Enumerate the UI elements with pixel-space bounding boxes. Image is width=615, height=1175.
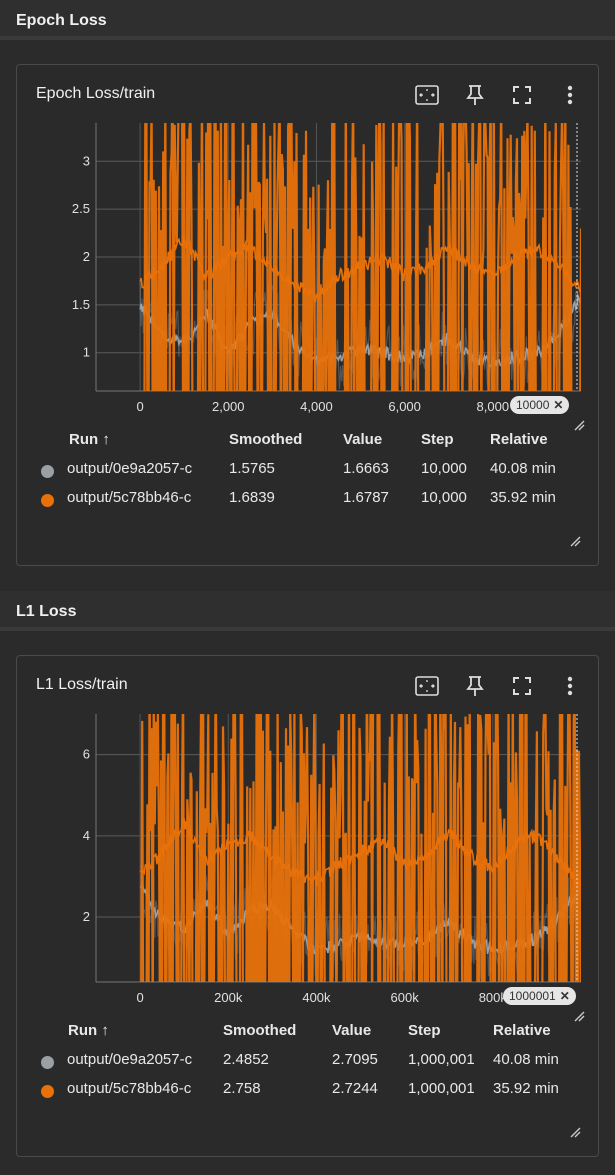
legend-row[interactable]: output/0e9a2057-c 2.4852 2.7095 1,000,00…	[17, 1051, 600, 1075]
smoothed-value: 1.5765	[229, 460, 275, 477]
y-tick-label: 1	[83, 345, 90, 360]
step: 10,000	[421, 460, 467, 477]
relative-time: 40.08 min	[490, 460, 556, 477]
relative-time: 40.08 min	[493, 1051, 559, 1068]
y-tick-label: 1.5	[72, 297, 90, 312]
y-tick-label: 3	[83, 153, 90, 168]
resize-handle-icon[interactable]	[569, 535, 581, 547]
smoothed-value: 1.6839	[229, 489, 275, 506]
close-icon[interactable]: ✕	[560, 989, 570, 1003]
resize-handle-icon[interactable]	[573, 1010, 585, 1022]
relative-column-header[interactable]: Relative	[490, 431, 548, 448]
section-title: L1 Loss	[16, 603, 77, 620]
series-color-dot	[41, 1056, 54, 1069]
y-tick-label: 2	[83, 249, 90, 264]
y-tick-label: 2	[83, 909, 90, 924]
section-header-epoch-loss[interactable]: Epoch Loss	[0, 0, 615, 40]
x-tick-label: 2,000	[212, 399, 245, 414]
resize-handle-icon[interactable]	[569, 1126, 581, 1138]
legend-row[interactable]: output/0e9a2057-c 1.5765 1.6663 10,000 4…	[17, 460, 600, 484]
step-badge-label: 10000	[516, 398, 550, 412]
section-header-l1-loss[interactable]: L1 Loss	[0, 591, 615, 631]
smoothed-column-header[interactable]: Smoothed	[229, 431, 302, 448]
value-column-header[interactable]: Value	[332, 1022, 371, 1039]
series-raw-line	[140, 714, 581, 982]
relative-column-header[interactable]: Relative	[493, 1022, 551, 1039]
legend-row[interactable]: output/5c78bb46-c 1.6839 1.6787 10,000 3…	[17, 489, 600, 513]
step-column-header[interactable]: Step	[408, 1022, 441, 1039]
run-column-header[interactable]: Run ↑	[69, 431, 110, 448]
y-tick-label: 4	[83, 828, 90, 843]
value: 2.7244	[332, 1080, 378, 1097]
run-column-header[interactable]: Run ↑	[68, 1022, 109, 1039]
x-tick-label: 600k	[391, 990, 420, 1005]
step: 10,000	[421, 489, 467, 506]
chart-card-epoch-loss: Epoch Loss/train 1 1.5 2 2.5 3 0 2,000 4,000 6,0…	[16, 64, 599, 566]
section-title: Epoch Loss	[16, 12, 107, 29]
x-tick-label: 6,000	[388, 399, 421, 414]
line-chart[interactable]: 2460 200k 400k 600k 800k	[17, 656, 600, 1026]
series-color-dot	[41, 465, 54, 478]
y-tick-label: 6	[83, 747, 90, 762]
step-badge[interactable]: 1000001 ✕	[503, 987, 576, 1005]
smoothed-value: 2.4852	[223, 1051, 269, 1068]
relative-time: 35.92 min	[490, 489, 556, 506]
chart-card-l1-loss: L1 Loss/train 2 4 6 0 200k 400k 600k 800k 10000…	[16, 655, 599, 1157]
value: 1.6663	[343, 460, 389, 477]
step-badge-label: 1000001	[509, 989, 556, 1003]
y-tick-label: 2.5	[72, 201, 90, 216]
smoothed-column-header[interactable]: Smoothed	[223, 1022, 296, 1039]
run-name: output/0e9a2057-c	[67, 1051, 193, 1068]
smoothed-value: 2.758	[223, 1080, 261, 1097]
legend-row[interactable]: output/5c78bb46-c 2.758 2.7244 1,000,001…	[17, 1080, 600, 1104]
x-tick-label: 200k	[214, 990, 243, 1005]
legend-header-row: Run ↑ Smoothed Value Step Relative	[17, 431, 600, 455]
value-column-header[interactable]: Value	[343, 431, 382, 448]
run-name: output/5c78bb46-c	[67, 1080, 192, 1097]
x-tick-label: 8,000	[477, 399, 510, 414]
step: 1,000,001	[408, 1080, 475, 1097]
series-color-dot	[41, 494, 54, 507]
series-raw-line	[143, 123, 581, 391]
line-chart[interactable]: 1 1.5 2 2.5 3 0 2,000 4,000 6,000 8,000	[17, 65, 600, 435]
series-color-dot	[41, 1085, 54, 1098]
legend-header-row: Run ↑ Smoothed Value Step Relative	[17, 1022, 600, 1046]
relative-time: 35.92 min	[493, 1080, 559, 1097]
x-tick-label: 4,000	[300, 399, 333, 414]
step-badge[interactable]: 10000 ✕	[510, 396, 570, 414]
step-column-header[interactable]: Step	[421, 431, 454, 448]
run-name: output/0e9a2057-c	[67, 460, 193, 477]
step: 1,000,001	[408, 1051, 475, 1068]
run-name: output/5c78bb46-c	[67, 489, 192, 506]
x-tick-label: 0	[136, 990, 143, 1005]
value: 2.7095	[332, 1051, 378, 1068]
x-tick-label: 0	[136, 399, 143, 414]
value: 1.6787	[343, 489, 389, 506]
x-tick-label: 400k	[302, 990, 331, 1005]
resize-handle-icon[interactable]	[573, 419, 585, 431]
close-icon[interactable]: ✕	[553, 398, 563, 412]
